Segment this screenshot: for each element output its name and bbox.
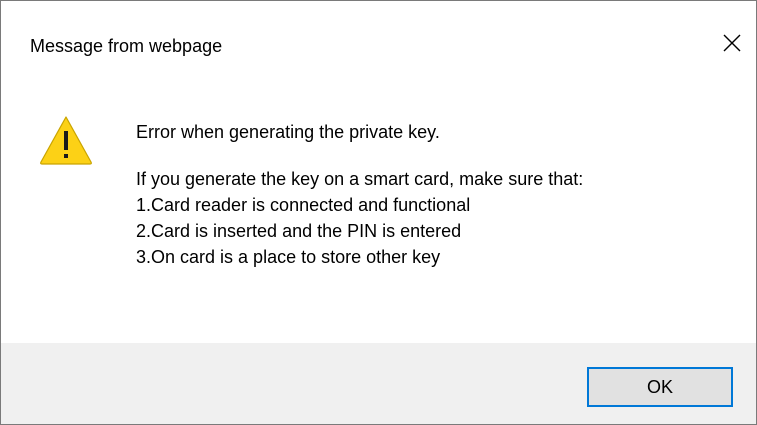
dialog-footer: OK: [1, 343, 756, 424]
dialog-title: Message from webpage: [30, 36, 223, 56]
close-icon: [723, 34, 741, 52]
message-item: 2.Card is inserted and the PIN is entere…: [136, 221, 462, 241]
message-dialog: Message from webpage Error when generati…: [0, 0, 757, 425]
dialog-content: Error when generating the private key. I…: [1, 89, 756, 343]
close-button[interactable]: [712, 21, 752, 65]
message-intro: If you generate the key on a smart card,…: [136, 169, 584, 189]
message-text: Error when generating the private key. I…: [136, 119, 583, 270]
ok-button[interactable]: OK: [587, 367, 733, 407]
warning-icon: [40, 116, 92, 165]
message-item: 1.Card reader is connected and functiona…: [136, 195, 471, 215]
message-item: 3.On card is a place to store other key: [136, 247, 441, 267]
dialog-titlebar[interactable]: Message from webpage: [1, 1, 756, 89]
message-heading: Error when generating the private key.: [136, 122, 440, 142]
